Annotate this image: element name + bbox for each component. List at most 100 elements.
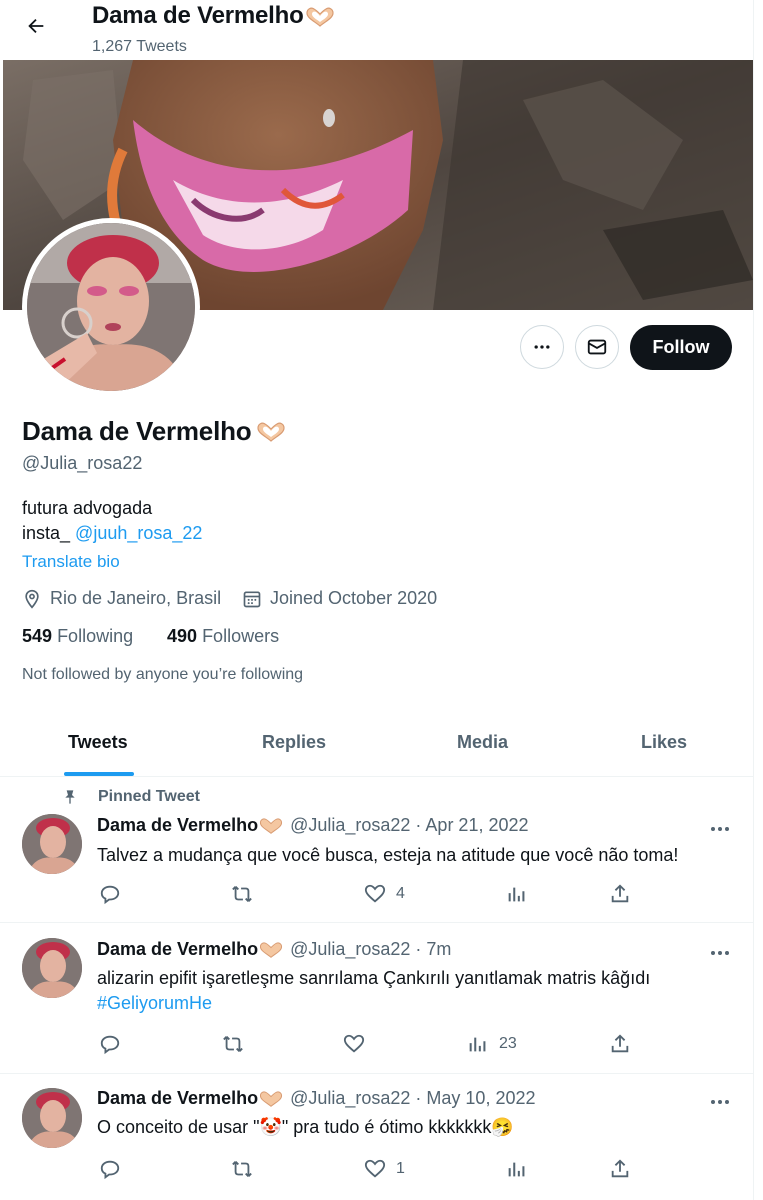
following-count: 549	[22, 626, 53, 646]
location-text: Rio de Janeiro, Brasil	[50, 588, 222, 608]
profile-location: Rio de Janeiro, Brasil	[22, 588, 221, 609]
location-pin-icon	[25, 589, 39, 609]
profile-name-text: Dama de Vermelho	[22, 416, 252, 446]
like-button[interactable]: 1	[364, 1158, 405, 1180]
like-count: 4	[396, 885, 405, 902]
tweet-avatar[interactable]	[22, 938, 82, 998]
calendar-icon	[243, 591, 261, 607]
reply-button[interactable]	[99, 1158, 121, 1180]
views-chart-icon	[508, 887, 525, 902]
tweet-meta: @Julia_rosa22 · 7m	[290, 939, 452, 959]
reply-icon	[100, 1160, 120, 1180]
tweet-avatar[interactable]	[22, 1088, 82, 1148]
reply-button[interactable]	[99, 883, 121, 905]
share-button[interactable]	[609, 1033, 631, 1055]
like-button[interactable]	[343, 1033, 365, 1055]
tweet-more-button[interactable]	[708, 819, 732, 839]
tweet-avatar[interactable]	[22, 814, 82, 874]
tweet-author-name[interactable]: Dama de Vermelho	[97, 1088, 258, 1109]
more-dots-icon	[711, 1100, 729, 1104]
avatar-image	[27, 223, 195, 391]
views-button[interactable]	[506, 883, 528, 905]
tweet-text-start: O conceito de usar "	[97, 1117, 260, 1137]
tweet-text: Talvez a mudança que você busca, esteja …	[97, 845, 679, 865]
back-button[interactable]	[22, 12, 50, 40]
tweet[interactable]: Dama de Vermelho @Julia_rosa22 · Apr 21,…	[0, 777, 753, 923]
tweet-author-name[interactable]: Dama de Vermelho	[97, 939, 258, 960]
arrow-left-icon	[28, 18, 44, 34]
tweet-more-button[interactable]	[708, 1092, 732, 1112]
bio-line-2: insta_ @juuh_rosa_22	[22, 523, 202, 544]
following-label: Following	[57, 626, 134, 646]
tweet-meta: @Julia_rosa22 · May 10, 2022	[290, 1088, 536, 1108]
sneezing-emoji: 🤧	[491, 1117, 514, 1137]
views-chart-icon	[469, 1037, 486, 1052]
reply-icon	[100, 885, 120, 905]
share-icon	[611, 1159, 629, 1178]
views-button[interactable]: 23	[467, 1033, 517, 1055]
reply-icon	[100, 1035, 120, 1055]
retweet-button[interactable]	[230, 883, 254, 905]
heart-hands-emoji	[305, 7, 334, 27]
header-title: Dama de Vermelho	[92, 2, 336, 30]
top-bar: Dama de Vermelho 1,267 Tweets	[0, 0, 753, 60]
more-dots-icon	[711, 827, 729, 831]
heart-hands-emoji	[260, 817, 283, 834]
heart-hands-emoji	[260, 941, 283, 958]
share-button[interactable]	[609, 883, 631, 905]
share-button[interactable]	[609, 1158, 631, 1180]
retweet-icon	[232, 1161, 252, 1177]
more-dots-icon	[534, 345, 550, 349]
heart-icon	[364, 884, 386, 903]
views-button[interactable]	[506, 1158, 528, 1180]
bio-prefix: insta_	[22, 523, 76, 543]
following-link[interactable]: 549 Following	[22, 626, 133, 647]
tab-likes[interactable]: Likes	[641, 732, 687, 753]
like-button[interactable]: 4	[364, 883, 405, 905]
tweet-header: Dama de Vermelho @Julia_rosa22 · Apr 21,…	[97, 815, 529, 836]
retweet-icon	[232, 886, 252, 902]
heart-icon	[343, 1034, 365, 1053]
tweet-count: 1,267 Tweets	[92, 38, 187, 55]
profile-joined: Joined October 2020	[242, 588, 437, 609]
tweet-author-name[interactable]: Dama de Vermelho	[97, 815, 258, 836]
retweet-button[interactable]	[230, 1158, 254, 1180]
bio-line-1: futura advogada	[22, 498, 153, 518]
header-title-text: Dama de Vermelho	[92, 2, 304, 29]
translate-bio-link[interactable]: Translate bio	[22, 552, 120, 572]
tweet-more-button[interactable]	[708, 943, 732, 963]
profile-name: Dama de Vermelho	[22, 416, 287, 447]
tweet-header: Dama de Vermelho @Julia_rosa22 · May 10,…	[97, 1088, 536, 1109]
tweet-header: Dama de Vermelho @Julia_rosa22 · 7m	[97, 939, 451, 960]
tweet-hashtag[interactable]: #GeliyorumHe	[97, 991, 650, 1016]
views-chart-icon	[508, 1162, 525, 1177]
not-followed-notice: Not followed by anyone you’re following	[22, 666, 304, 683]
tab-replies[interactable]: Replies	[262, 732, 326, 753]
message-button[interactable]	[575, 325, 619, 369]
tweet-text-line: alizarin epifit işaretleşme sanrılama Ça…	[97, 968, 651, 988]
bio-instagram-link[interactable]: @juuh_rosa_22	[75, 523, 202, 543]
tweet-meta: @Julia_rosa22 · Apr 21, 2022	[290, 815, 529, 835]
envelope-icon	[587, 339, 607, 355]
more-dots-icon	[711, 951, 729, 955]
like-count: 1	[396, 1160, 405, 1177]
tab-tweets[interactable]: Tweets	[68, 732, 128, 753]
retweet-button[interactable]	[221, 1033, 245, 1055]
followers-link[interactable]: 490 Followers	[167, 626, 279, 647]
heart-hands-emoji	[257, 422, 286, 442]
profile-avatar[interactable]	[22, 218, 200, 396]
tweet[interactable]: Dama de Vermelho @Julia_rosa22 · May 10,…	[0, 1074, 753, 1200]
tweet[interactable]: Dama de Vermelho @Julia_rosa22 · 7m aliz…	[0, 923, 753, 1074]
followers-label: Followers	[202, 626, 280, 646]
follow-button[interactable]: Follow	[630, 325, 732, 370]
followers-count: 490	[167, 626, 198, 646]
share-icon	[611, 1034, 629, 1053]
profile-handle: @Julia_rosa22	[22, 453, 143, 473]
reply-button[interactable]	[99, 1033, 121, 1055]
tweet-text: O conceito de usar "🤡" pra tudo é ótimo …	[97, 1115, 514, 1140]
tab-media[interactable]: Media	[457, 732, 508, 753]
more-options-button[interactable]	[520, 325, 564, 369]
tweet-text-end: " pra tudo é ótimo kkkkkkk	[281, 1117, 492, 1137]
joined-text: Joined October 2020	[270, 588, 438, 608]
retweet-icon	[223, 1036, 243, 1052]
